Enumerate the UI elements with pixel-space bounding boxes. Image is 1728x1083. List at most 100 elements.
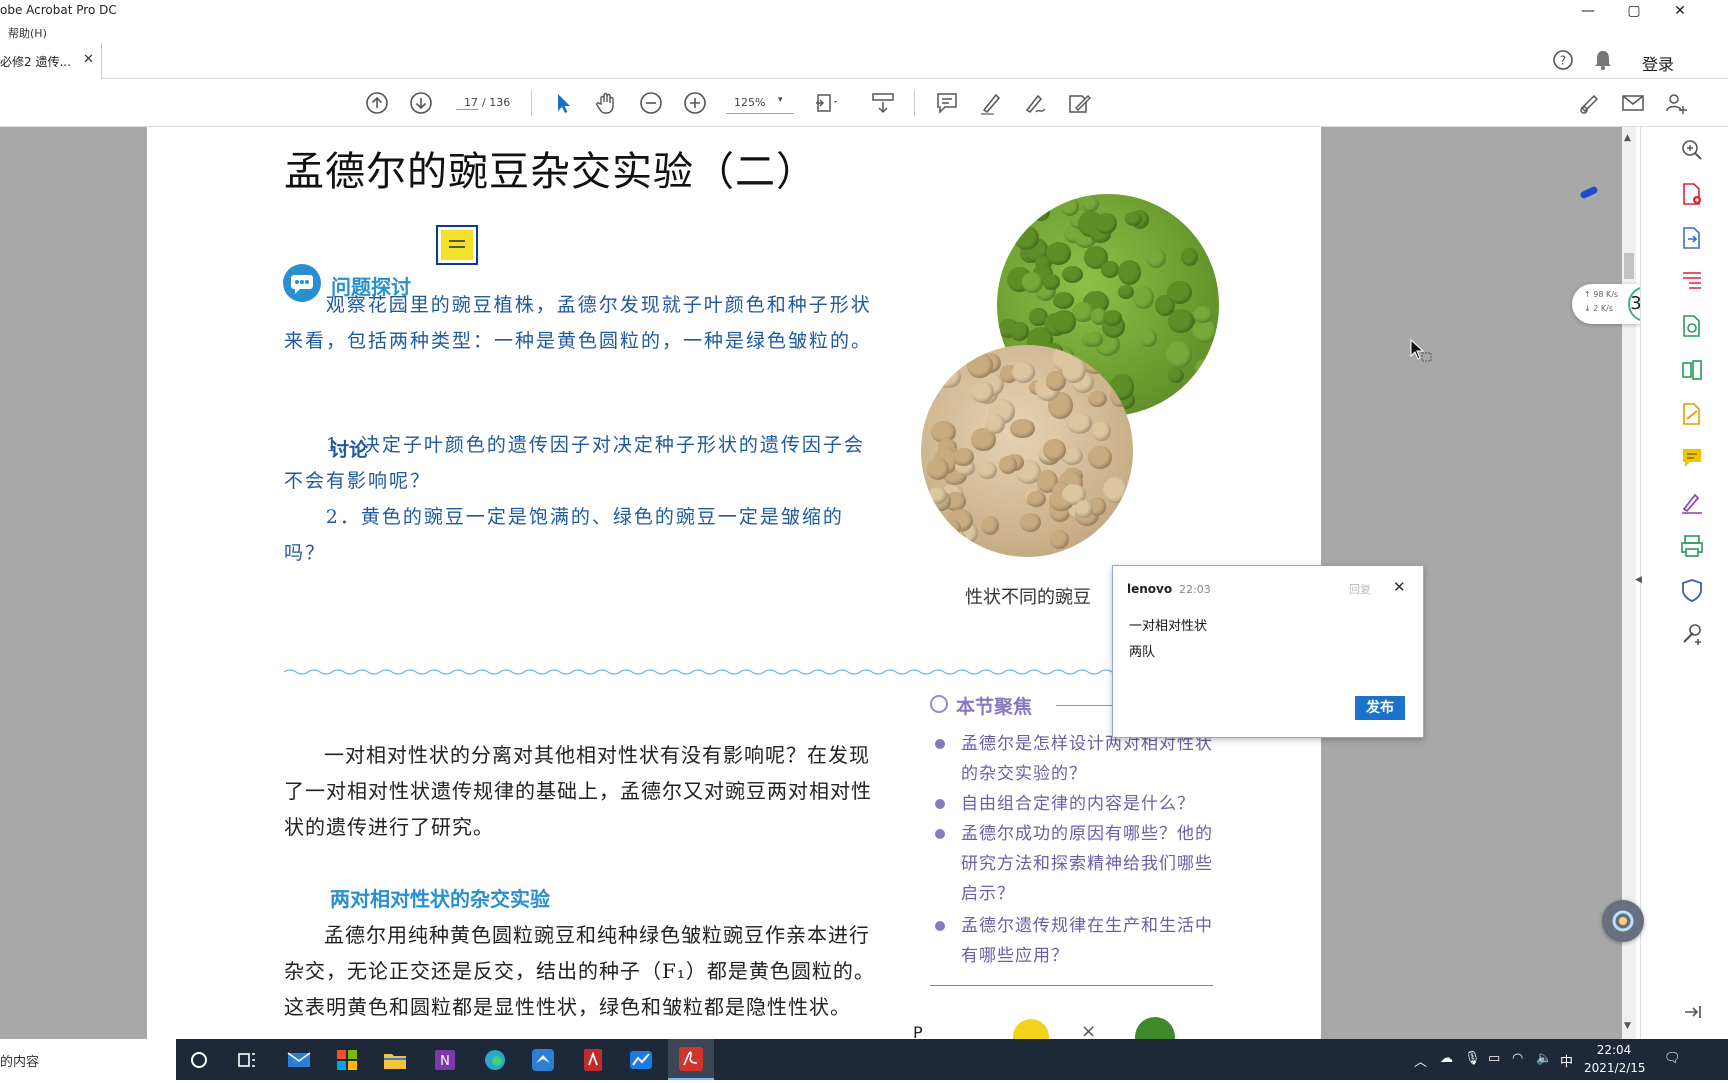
mail-app-icon[interactable]: [286, 1047, 312, 1073]
file-explorer-icon[interactable]: [382, 1047, 408, 1073]
bell-icon[interactable]: [1593, 49, 1613, 75]
close-window-button[interactable]: ✕: [1660, 0, 1700, 22]
search-zoom-icon[interactable]: [1679, 137, 1705, 163]
comment-text-field[interactable]: 一对相对性状 两队: [1129, 614, 1207, 666]
add-user-icon[interactable]: [1664, 90, 1690, 116]
scroll-mode-icon[interactable]: [870, 90, 896, 116]
floating-assistant-button[interactable]: [1602, 900, 1644, 942]
question-circle-icon[interactable]: ?: [1552, 49, 1574, 75]
cloud-icon[interactable]: ☁: [1440, 1051, 1453, 1066]
download-speed: ↓ 2 K/s: [1584, 304, 1613, 313]
search-text[interactable]: 的内容: [0, 1051, 39, 1070]
scroll-up-icon[interactable]: ▲: [1624, 133, 1631, 143]
menu-help[interactable]: 帮助(H): [8, 25, 47, 41]
acrobat-taskbar-icon[interactable]: [668, 1039, 714, 1080]
battery-icon[interactable]: ▭: [1488, 1051, 1500, 1066]
onenote-icon[interactable]: N: [432, 1047, 458, 1073]
comment-popup[interactable]: lenovo 22:03 回复 ✕ 一对相对性状 两队 发布: [1112, 565, 1424, 738]
sign-tool-icon[interactable]: [1679, 489, 1705, 515]
pea-texture-dot: [978, 462, 997, 479]
hand-tool-icon[interactable]: [594, 90, 620, 116]
expand-pane-icon[interactable]: ◀: [1635, 575, 1643, 591]
pea-texture-dot: [1110, 384, 1131, 407]
cortana-icon[interactable]: [186, 1047, 212, 1073]
create-pdf-icon[interactable]: [1679, 181, 1705, 207]
minimize-button[interactable]: —: [1568, 0, 1608, 22]
green-pea-image: [1135, 1017, 1175, 1039]
protect-shield-icon[interactable]: [1679, 577, 1705, 603]
login-button[interactable]: 登录: [1642, 51, 1674, 75]
cross-p-label: P: [913, 1023, 923, 1039]
bird-app-icon[interactable]: [530, 1047, 556, 1073]
page-number-field[interactable]: 17 / 136: [448, 92, 518, 114]
pea-texture-dot: [1095, 212, 1118, 235]
edit-pdf-icon[interactable]: [1679, 269, 1705, 295]
close-comment-button[interactable]: ✕: [1393, 578, 1406, 596]
main-toolbar: 17 / 136 125% ▾: [0, 80, 1728, 127]
ink-annotation[interactable]: [1579, 185, 1599, 200]
edge-browser-icon[interactable]: [482, 1047, 508, 1073]
question-1: 1．决定子叶颜色的遗传因子对决定种子形状的遗传因子会不会有影响呢？: [284, 434, 865, 492]
windows-start-icon[interactable]: [334, 1047, 360, 1073]
maximize-button[interactable]: ▢: [1614, 0, 1654, 22]
zoom-level-select[interactable]: 125% ▾: [726, 92, 794, 114]
organize-pages-icon[interactable]: [1679, 357, 1705, 383]
focus-item-text: 孟德尔成功的原因有哪些？他的研究方法和探索精神给我们哪些启示？: [961, 824, 1213, 904]
chart-app-icon[interactable]: [628, 1047, 654, 1073]
pea-texture-dot: [1087, 390, 1108, 408]
sticky-note-icon[interactable]: [436, 225, 478, 265]
edit-stamp-icon[interactable]: [1066, 90, 1092, 116]
document-viewer[interactable]: 孟德尔的豌豆杂交实验（二） 问题探讨 观察花园里的豌豆植株，孟德尔发现就子叶颜色…: [0, 127, 1624, 1039]
reply-button[interactable]: 回复: [1349, 581, 1371, 597]
highlight-pen-icon[interactable]: [978, 90, 1004, 116]
pea-texture-dot: [984, 413, 1005, 435]
pea-texture-dot: [1194, 358, 1215, 377]
pea-texture-dot: [1042, 273, 1060, 290]
select-arrow-icon[interactable]: [550, 90, 576, 116]
pea-texture-dot: [1117, 284, 1134, 300]
comment-tool-icon[interactable]: [1679, 445, 1705, 471]
combine-files-icon[interactable]: [1679, 313, 1705, 339]
print-production-icon[interactable]: [1679, 533, 1705, 559]
taskbar-search-box[interactable]: 的内容: [0, 1039, 176, 1080]
chevron-down-icon: ▾: [778, 95, 783, 105]
notification-icon[interactable]: 🗨: [1664, 1051, 1681, 1066]
pea-texture-dot: [1177, 387, 1196, 406]
window-title: obe Acrobat Pro DC: [0, 3, 117, 17]
collapse-pane-icon[interactable]: [1679, 999, 1705, 1025]
fit-page-icon[interactable]: [814, 90, 840, 116]
tray-chevron-icon[interactable]: ︿: [1414, 1051, 1427, 1070]
svg-text:N: N: [440, 1054, 450, 1069]
share-link-icon[interactable]: [1576, 90, 1602, 116]
export-pdf-icon[interactable]: [1679, 225, 1705, 251]
microphone-icon[interactable]: 🎙: [1464, 1051, 1481, 1066]
pdf-reader-icon[interactable]: [580, 1047, 606, 1073]
more-tools-icon[interactable]: [1679, 621, 1705, 647]
pea-texture-dot: [927, 486, 947, 504]
zoom-in-icon[interactable]: [682, 90, 708, 116]
page-current[interactable]: 17: [456, 96, 478, 110]
input-method-indicator[interactable]: 中: [1560, 1051, 1573, 1070]
scroll-down-icon[interactable]: ▼: [1624, 1021, 1631, 1031]
wifi-icon[interactable]: ◠: [1512, 1051, 1523, 1066]
document-tab[interactable]: 必修2 遗传... ✕: [0, 43, 102, 79]
pea-texture-dot: [1031, 201, 1050, 221]
speaker-icon[interactable]: 🔈: [1536, 1051, 1552, 1066]
fill-sign-icon[interactable]: [1679, 401, 1705, 427]
sign-pen-icon[interactable]: [1022, 90, 1048, 116]
comment-icon[interactable]: [934, 90, 960, 116]
mail-icon[interactable]: [1620, 90, 1646, 116]
pea-texture-dot: [1061, 265, 1084, 284]
scrollbar-thumb[interactable]: [1624, 253, 1634, 279]
pea-texture-dot: [1051, 309, 1076, 335]
close-tab-button[interactable]: ✕: [83, 52, 94, 67]
focus-bottom-rule: [930, 985, 1213, 986]
zoom-out-icon[interactable]: [638, 90, 664, 116]
previous-page-icon[interactable]: [364, 90, 390, 116]
system-clock[interactable]: 22:04 2021/2/15: [1584, 1041, 1646, 1077]
task-view-icon[interactable]: [234, 1047, 260, 1073]
post-button[interactable]: 发布: [1355, 696, 1405, 720]
page-title: 孟德尔的豌豆杂交实验（二）: [284, 149, 817, 195]
next-page-icon[interactable]: [408, 90, 434, 116]
pea-texture-dot: [1191, 319, 1217, 344]
